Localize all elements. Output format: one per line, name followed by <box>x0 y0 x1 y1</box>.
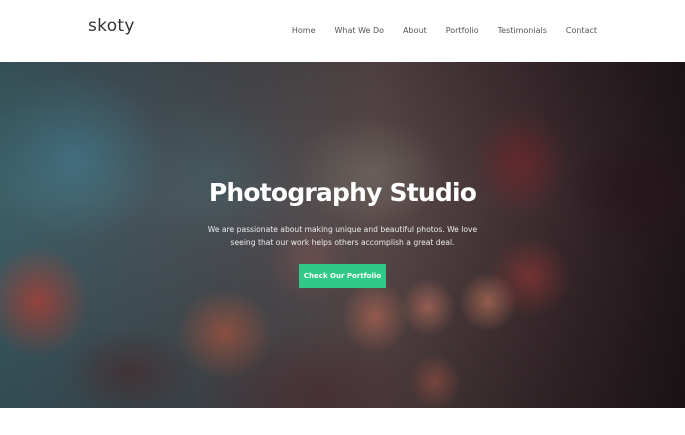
site-logo[interactable]: skoty <box>88 16 135 36</box>
hero-title: Photography Studio <box>208 178 477 207</box>
nav-item-what-we-do[interactable]: What We Do <box>335 26 385 35</box>
nav-item-home[interactable]: Home <box>292 26 316 35</box>
nav-item-testimonials[interactable]: Testimonials <box>498 26 547 35</box>
nav-item-contact[interactable]: Contact <box>566 26 597 35</box>
nav-item-about[interactable]: About <box>403 26 427 35</box>
site-header: skoty Home What We Do About Portfolio Te… <box>0 0 685 62</box>
main-nav: Home What We Do About Portfolio Testimon… <box>292 26 597 35</box>
page: skoty Home What We Do About Portfolio Te… <box>0 0 685 435</box>
hero-description: We are passionate about making unique an… <box>207 225 478 247</box>
hero-section: Photography Studio We are passionate abo… <box>0 62 685 408</box>
nav-item-portfolio[interactable]: Portfolio <box>446 26 479 35</box>
check-portfolio-button[interactable]: Check Our Portfolio <box>299 264 386 288</box>
